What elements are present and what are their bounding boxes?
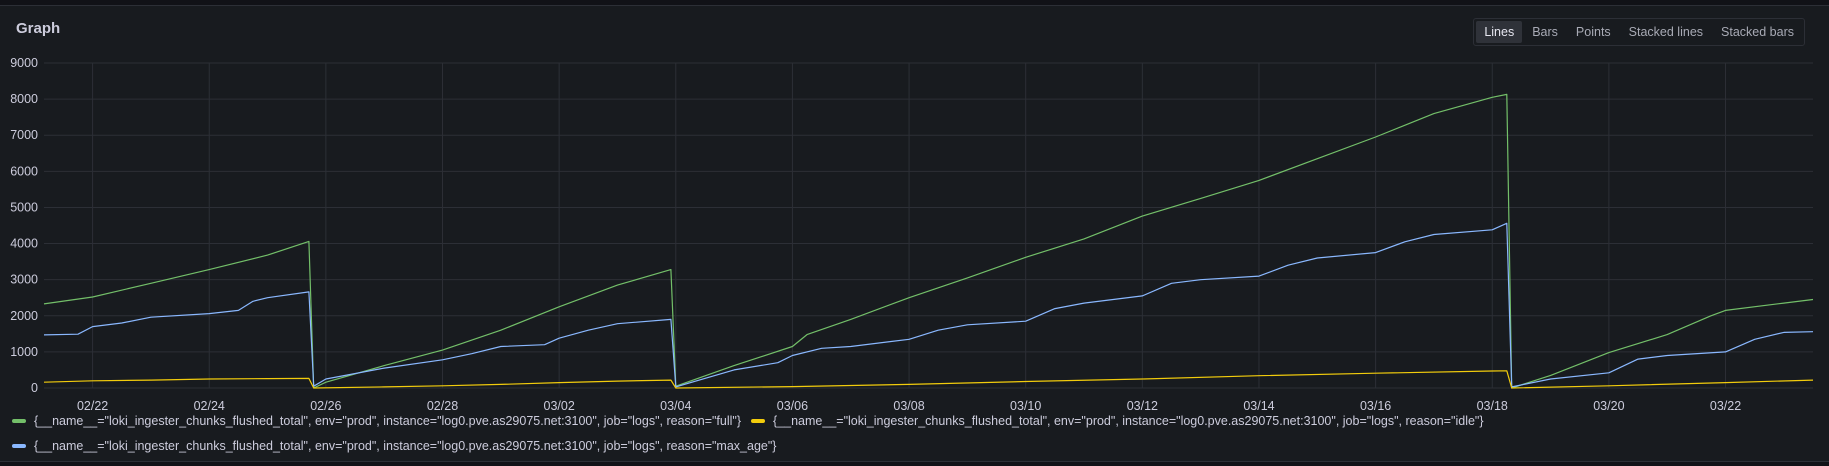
x-tick-label: 03/04 <box>660 399 691 413</box>
y-tick-label: 0 <box>31 381 38 395</box>
y-tick-label: 4000 <box>10 237 38 251</box>
x-tick-label: 03/10 <box>1010 399 1041 413</box>
y-tick-label: 3000 <box>10 273 38 287</box>
x-tick-label: 02/24 <box>194 399 225 413</box>
line-chart[interactable]: 0 1000 2000 3000 4000 5000 6000 7000 8000 9000 02/… <box>0 0 1829 466</box>
x-tick-label: 03/06 <box>777 399 808 413</box>
x-tick-label: 03/02 <box>544 399 575 413</box>
y-tick-label: 6000 <box>10 164 38 178</box>
x-tick-label: 03/22 <box>1710 399 1741 413</box>
y-tick-label: 1000 <box>10 345 38 359</box>
legend-row-2: {__name__="loki_ingester_chunks_flushed_… <box>12 439 786 453</box>
series-line-full <box>43 93 1814 389</box>
legend-swatch-full <box>12 419 26 423</box>
y-tick-label: 5000 <box>10 200 38 214</box>
legend-label-max-age: {__name__="loki_ingester_chunks_flushed_… <box>34 439 777 453</box>
y-tick-label: 8000 <box>10 92 38 106</box>
legend-swatch-idle <box>751 419 766 423</box>
y-tick-label: 9000 <box>10 56 38 70</box>
x-tick-label: 03/16 <box>1360 399 1391 413</box>
x-tick-label: 03/20 <box>1593 399 1624 413</box>
x-tick-label: 02/22 <box>77 399 108 413</box>
x-tick-label: 03/18 <box>1477 399 1508 413</box>
x-tick-label: 03/12 <box>1127 399 1158 413</box>
legend-item-max-age[interactable]: {__name__="loki_ingester_chunks_flushed_… <box>12 439 776 453</box>
legend-swatch-max-age <box>12 444 26 448</box>
legend-item-full[interactable]: {__name__="loki_ingester_chunks_flushed_… <box>12 414 741 428</box>
x-tick-label: 02/26 <box>310 399 341 413</box>
legend-row-1: {__name__="loki_ingester_chunks_flushed_… <box>12 414 1494 428</box>
x-tick-label: 02/28 <box>427 399 458 413</box>
x-tick-label: 03/14 <box>1243 399 1274 413</box>
legend-item-idle[interactable]: {__name__="loki_ingester_chunks_flushed_… <box>751 414 1484 428</box>
y-tick-label: 2000 <box>10 309 38 323</box>
legend-label-idle: {__name__="loki_ingester_chunks_flushed_… <box>773 414 1484 428</box>
legend-label-full: {__name__="loki_ingester_chunks_flushed_… <box>34 414 742 428</box>
y-tick-label: 7000 <box>10 128 38 142</box>
x-tick-label: 03/08 <box>893 399 924 413</box>
